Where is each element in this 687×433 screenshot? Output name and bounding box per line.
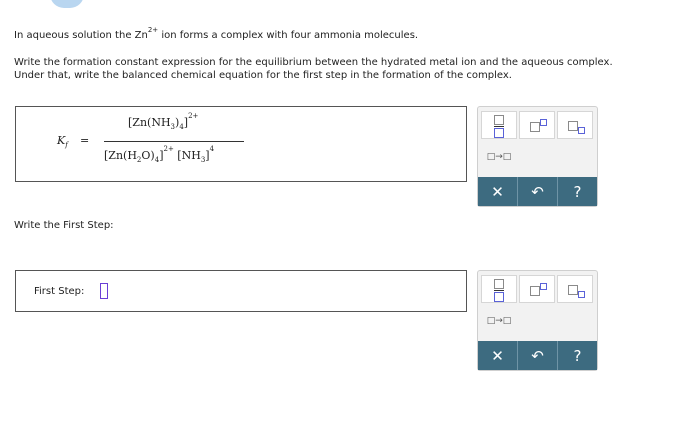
fraction-button[interactable] (481, 275, 517, 303)
fraction-button[interactable] (481, 111, 517, 139)
kf-numerator: [Zn(NH3)4]2+ (128, 112, 199, 132)
question-intro: In aqueous solution the Zn2+ ion forms a… (14, 26, 419, 41)
kf-symbol: Kf (57, 134, 68, 150)
clear-button[interactable]: ✕ (478, 177, 518, 206)
superscript-icon (530, 283, 547, 299)
input-cursor[interactable] (100, 283, 108, 299)
instruction-line-2: Under that, write the balanced chemical … (14, 70, 512, 81)
subscript-button[interactable] (557, 275, 593, 303)
kf-equals: = (80, 134, 90, 147)
reaction-arrow-button[interactable]: □→□ (481, 307, 517, 335)
undo-button[interactable]: ↶ (518, 341, 558, 370)
fraction-icon (494, 279, 504, 302)
subscript-icon (568, 285, 585, 298)
equation-toolbar-2: □→□ ✕ ↶ ? (477, 270, 598, 371)
action-row-1: ✕ ↶ ? (478, 177, 597, 206)
equation-toolbar-1: □→□ ✕ ↶ ? (477, 106, 598, 207)
reaction-arrow-button[interactable]: □→□ (481, 143, 517, 171)
clear-button[interactable]: ✕ (478, 341, 518, 370)
first-step-label: First Step: (34, 286, 85, 297)
kf-answer-box[interactable]: Kf = [Zn(NH3)4]2+ [Zn(H2O)4]2+ [NH3]4 (15, 106, 467, 182)
first-step-heading: Write the First Step: (14, 220, 114, 231)
superscript-button[interactable] (519, 275, 555, 303)
subscript-button[interactable] (557, 111, 593, 139)
subscript-icon (568, 121, 585, 134)
top-tab[interactable] (50, 0, 84, 8)
kf-denominator: [Zn(H2O)4]2+ [NH3]4 (104, 145, 215, 165)
first-step-answer-box[interactable]: First Step: (15, 270, 467, 312)
instruction-line-1: Write the formation constant expression … (14, 57, 613, 68)
fraction-icon (494, 115, 504, 138)
action-row-2: ✕ ↶ ? (478, 341, 597, 370)
help-button[interactable]: ? (558, 341, 597, 370)
superscript-icon (530, 119, 547, 135)
fraction-bar (104, 141, 244, 142)
undo-button[interactable]: ↶ (518, 177, 558, 206)
help-button[interactable]: ? (558, 177, 597, 206)
superscript-button[interactable] (519, 111, 555, 139)
